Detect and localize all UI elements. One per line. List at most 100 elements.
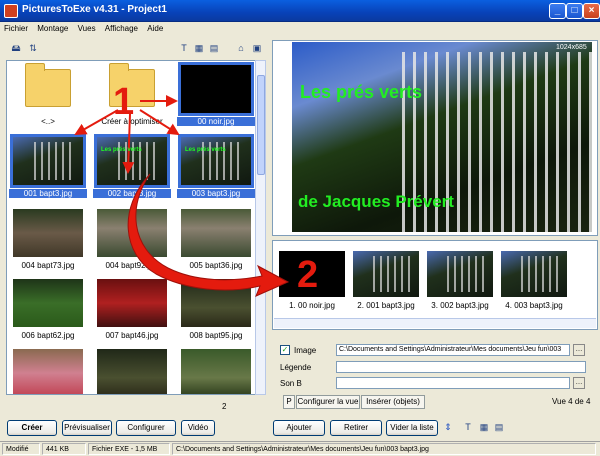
scrollbar-thumb[interactable] [257, 75, 265, 175]
folder-icon [109, 63, 155, 107]
slide-thumbnail [501, 251, 567, 297]
tab-configure-view[interactable]: Configurer la vue [296, 395, 360, 409]
thumbnail-image [13, 279, 83, 327]
configure-button[interactable]: Configurer [116, 420, 176, 436]
thumbnail-image [13, 209, 83, 257]
browser-item[interactable]: 007 bapt46.jpg [93, 275, 171, 349]
drive-icon[interactable]: 🖴 [10, 43, 22, 54]
browser-item[interactable]: 006 bapt62.jpg [9, 275, 87, 349]
text-icon[interactable]: T [178, 43, 190, 54]
browser-item[interactable]: 001 bapt3.jpg [9, 133, 87, 207]
status-state: Modifié [2, 443, 40, 455]
clear-list-button[interactable]: Vider la liste [386, 420, 438, 436]
menu-montage[interactable]: Montage [37, 22, 68, 36]
browser-item[interactable]: Les prés verts 003 bapt3.jpg [177, 133, 255, 207]
browse-image-icon[interactable]: … [573, 344, 585, 356]
browser-item[interactable]: Créer à optimiser [93, 61, 171, 135]
browser-item[interactable]: 004 bapt92.jpg [93, 205, 171, 279]
view-counter: Vue 4 de 4 [552, 397, 591, 406]
browser-item-label: 003 bapt3.jpg [177, 189, 255, 198]
file-browser[interactable]: <..> Créer à optimiser 00 noir.jpg 001 bapt… [6, 60, 256, 395]
move-up-down-icon[interactable]: ⇕ [442, 422, 454, 433]
slide-item[interactable]: 2. 001 bapt3.jpg [351, 251, 421, 310]
menu-vues[interactable]: Vues [78, 22, 96, 36]
title-bar[interactable]: PicturesToExe v4.31 - Project1 _ □ × [0, 0, 600, 22]
menu-fichier[interactable]: Fichier [4, 22, 28, 36]
network-icon[interactable]: ⇅ [27, 43, 39, 54]
browser-item-label: 007 bapt46.jpg [105, 331, 159, 340]
preview-button[interactable]: Prévisualiser [62, 420, 112, 436]
add-button[interactable]: Ajouter [273, 420, 325, 436]
browser-item[interactable] [93, 345, 171, 394]
status-path: C:\Documents and Settings\Administrateur… [172, 443, 596, 455]
slide-list-scrollbar[interactable] [274, 318, 596, 328]
new-folder-icon[interactable]: ▣ [251, 43, 263, 54]
window-title: PicturesToExe v4.31 - Project1 [22, 4, 167, 15]
browser-item[interactable]: 005 bapt36.jpg [177, 205, 255, 279]
son-field[interactable] [336, 377, 570, 389]
thumbnail-image [13, 349, 83, 394]
image-checkbox[interactable]: ✓ [280, 345, 290, 355]
image-label: Image [294, 346, 317, 355]
details-icon-strip[interactable]: ▤ [493, 422, 505, 433]
son-label: Son B [280, 379, 302, 388]
browser-item[interactable]: 004 bapt73.jpg [9, 205, 87, 279]
browser-item[interactable]: Les prés verts 002 bapt3.jpg [93, 133, 171, 207]
browser-scrollbar[interactable] [255, 60, 266, 395]
thumbnail-image [181, 349, 251, 394]
tab-p[interactable]: P [283, 395, 295, 409]
thumbnail-image [97, 349, 167, 394]
browser-item[interactable]: 00 noir.jpg [177, 61, 255, 135]
details-icon[interactable]: ▤ [208, 43, 220, 54]
slide-thumbnail [279, 251, 345, 297]
thumbnail-image: Les prés verts [94, 134, 170, 188]
thumbnails-icon[interactable]: ▦ [193, 43, 205, 54]
thumbnail-image [178, 62, 254, 116]
thumbnail-image [97, 209, 167, 257]
tab-insert-objects[interactable]: Insérer (objets) [361, 395, 425, 409]
resolution-label: 1024x685 [556, 44, 587, 51]
create-button[interactable]: Créer [7, 420, 57, 436]
close-button[interactable]: × [583, 3, 600, 19]
browser-item[interactable] [177, 345, 255, 394]
browser-item-label: 008 bapt95.jpg [189, 331, 243, 340]
thumbnail-image [10, 134, 86, 188]
browser-item-label: 00 noir.jpg [177, 117, 255, 126]
browse-sound-icon[interactable]: … [573, 377, 585, 389]
slide-item[interactable]: 1. 00 noir.jpg [277, 251, 347, 310]
status-exe-size: Fichier EXE - 1,5 MB [88, 443, 170, 455]
browser-item[interactable]: 008 bapt95.jpg [177, 275, 255, 349]
preview-image: Les prés verts de Jacques Prévert [292, 42, 592, 232]
image-path-field[interactable]: C:\Documents and Settings\Administrateur… [336, 344, 570, 356]
slide-label: 1. 00 noir.jpg [289, 301, 335, 310]
slide-label: 3. 002 bapt3.jpg [431, 301, 489, 310]
video-button[interactable]: Vidéo [181, 420, 215, 436]
status-size: 441 KB [42, 443, 86, 455]
browser-item-label: 004 bapt73.jpg [21, 261, 75, 270]
slide-label: 2. 001 bapt3.jpg [357, 301, 415, 310]
browser-item-label: <..> [41, 117, 55, 126]
remove-button[interactable]: Retirer [330, 420, 382, 436]
text-icon-strip[interactable]: T [462, 422, 474, 433]
minimize-button[interactable]: _ [549, 3, 566, 19]
maximize-button[interactable]: □ [566, 3, 583, 19]
thumbnails-icon-strip[interactable]: ▦ [478, 422, 490, 433]
legende-label: Légende [280, 363, 312, 372]
legende-field[interactable] [336, 361, 586, 373]
thumbnail-overlay-text: Les prés verts [185, 147, 226, 153]
folder-up-icon[interactable]: ⌂ [235, 43, 247, 54]
thumbnail-image: Les prés verts [178, 134, 254, 188]
slide-thumbnail [427, 251, 493, 297]
browser-item[interactable]: <..> [9, 61, 87, 135]
menu-bar: Fichier Montage Vues Affichage Aide [0, 22, 600, 36]
menu-aide[interactable]: Aide [147, 22, 163, 36]
thumbnail-image [97, 279, 167, 327]
page-indicator: 2 [222, 402, 227, 411]
slide-item[interactable]: 4. 003 bapt3.jpg [499, 251, 569, 310]
menu-affichage[interactable]: Affichage [105, 22, 138, 36]
slide-item[interactable]: 3. 002 bapt3.jpg [425, 251, 495, 310]
browser-item-label: Créer à optimiser [101, 117, 163, 126]
browser-item-label: 001 bapt3.jpg [9, 189, 87, 198]
browser-item[interactable] [9, 345, 87, 394]
thumbnail-image [181, 279, 251, 327]
